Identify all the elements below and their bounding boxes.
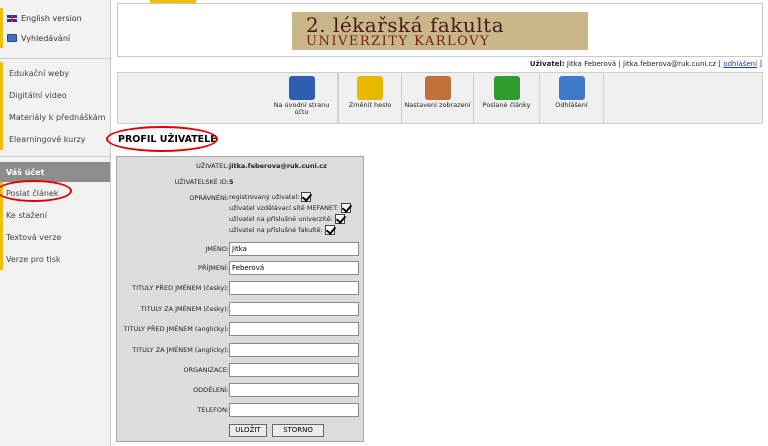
permission-label: uživatel na příslušné fakultě: [229,226,323,234]
field-label: TITULY PŘED JMÉNEM (česky): [132,284,229,292]
sidebar-account-header: Váš účet [0,162,110,182]
field-label: TITULY ZA JMÉNEM (česky): [140,305,229,313]
search-icon [7,34,17,42]
sidebar-item-ke-stazeni[interactable]: Ke stažení [0,204,110,226]
sidebar-divider [0,58,110,59]
linked-chain-icon [493,76,520,100]
permission-label: registrovaný uživatel: [229,193,300,201]
toolbar-home-label: Na úvodní stranu účtu [273,101,330,116]
toolbar-articles-label: Poslané články [482,101,531,109]
department-input[interactable] [229,383,359,397]
uk-flag-icon [7,14,17,22]
permission-university: uživatel na příslušné univerzitě: [229,214,345,224]
field-label: TITULY ZA JMÉNEM (anglicky): [132,346,229,354]
sidebar-item-english[interactable]: English version [3,8,108,28]
sidebar-mid-block: Edukační weby Digitální video Materiály … [0,62,108,150]
sidebar-item-edukacni-weby[interactable]: Edukační weby [3,62,108,84]
faculty-logo[interactable]: 2. lékařská fakulta UNIVERZITY KARLOVY [292,12,588,50]
field-label: ODDĚLENÍ: [193,386,229,394]
sidebar-account-block: Váš účet Poslat článek Ke stažení Textov… [0,162,110,270]
checkbox-checked-icon [340,203,351,213]
highlight-ring [106,126,218,152]
field-label: JMÉNO: [205,245,229,253]
user-separator: | [618,60,621,68]
toolbar-sent-articles-button[interactable]: Poslané články [474,73,540,123]
field-label: ORGANIZACE: [183,366,229,374]
account-toolbar: Na úvodní stranu účtu Změnit heslo Nasta… [117,72,763,124]
toolbar-logout-label: Odhlášení [555,101,588,109]
profile-form: UŽIVATEL: jitka.feberova@ruk.cuni.cz UŽI… [116,156,364,442]
toolbar-logout-button[interactable]: Odhlášení [540,73,604,123]
sidebar-item-materialy[interactable]: Materiály k přednáškám [3,106,108,128]
toolbar-change-password-button[interactable]: Změnit heslo [338,73,402,123]
field-label: TITULY PŘED JMÉNEM (anglicky): [123,325,229,333]
header-banner: 2. lékařská fakulta UNIVERZITY KARLOVY [117,3,763,57]
field-label: TELEFON: [197,406,229,414]
title-after-en-input[interactable] [229,343,359,357]
checkbox-checked-icon [301,192,312,202]
sidebar-divider [0,156,110,157]
checkbox-checked-icon [334,214,345,224]
title-after-cz-input[interactable] [229,302,359,316]
permission-label: uživatel vzdělávací sítě MEFANET: [229,204,339,212]
sidebar-item-search[interactable]: Vyhledávání [3,28,108,48]
logo-line-2: UNIVERZITY KARLOVY [306,34,491,49]
toolbar-display-settings-button[interactable]: Nastavení zobrazení [402,73,474,123]
toolbar-password-label: Změnit heslo [348,101,392,109]
save-button[interactable]: ULOŽIT [229,424,267,437]
last-name-input[interactable]: Feberová [229,261,359,275]
user-row-label: UŽIVATEL: [196,162,229,170]
home-magnifier-icon [288,76,315,100]
permission-mefanet: uživatel vzdělávací sítě MEFANET: [229,203,351,213]
logout-link[interactable]: odhlášení [723,60,757,68]
checkbox-checked-icon [324,225,335,235]
title-before-en-input[interactable] [229,322,359,336]
sidebar-item-label: Vyhledávání [21,33,71,43]
permission-registered: registrovaný uživatel: [229,192,312,202]
phone-input[interactable] [229,403,359,417]
title-before-cz-input[interactable] [229,281,359,295]
cancel-button[interactable]: STORNO [272,424,324,437]
sidebar-item-verze-pro-tisk[interactable]: Verze pro tisk [0,248,110,270]
sidebar-item-textova-verze[interactable]: Textová verze [0,226,110,248]
user-name: Jitka Feberová [566,60,617,68]
back-arrow-icon [558,76,585,100]
permissions-label: OPRÁVNĚNÍ: [189,194,229,202]
user-email: jitka.feberova@ruk.cuni.cz [623,60,717,68]
clipboard-settings-icon [424,76,451,100]
sidebar-item-elearning[interactable]: Elearningové kurzy [3,128,108,150]
sidebar-top-block: English version Vyhledávání [0,8,108,48]
user-label: Uživatel: [529,60,565,68]
organization-input[interactable] [229,363,359,377]
sidebar: English version Vyhledávání Edukační web… [0,0,111,446]
toolbar-home-button[interactable]: Na úvodní stranu účtu [266,73,338,123]
sidebar-item-label: English version [21,13,82,23]
permission-label: uživatel na příslušné univerzitě: [229,215,333,223]
user-row-value: jitka.feberova@ruk.cuni.cz [229,162,327,170]
user-info-line: Uživatel: Jitka Feberová | jitka.feberov… [529,60,762,68]
user-id-value: 5 [229,178,234,186]
padlock-icon [357,76,383,100]
first-name-input[interactable]: Jitka [229,242,359,256]
permission-faculty: uživatel na příslušné fakultě: [229,225,335,235]
user-id-label: UŽIVATELSKÉ ID: [174,178,229,186]
sidebar-item-digitalni-video[interactable]: Digitální video [3,84,108,106]
toolbar-settings-label: Nastavení zobrazení [404,101,471,109]
field-label: PŘÍJMENÍ: [198,264,229,272]
